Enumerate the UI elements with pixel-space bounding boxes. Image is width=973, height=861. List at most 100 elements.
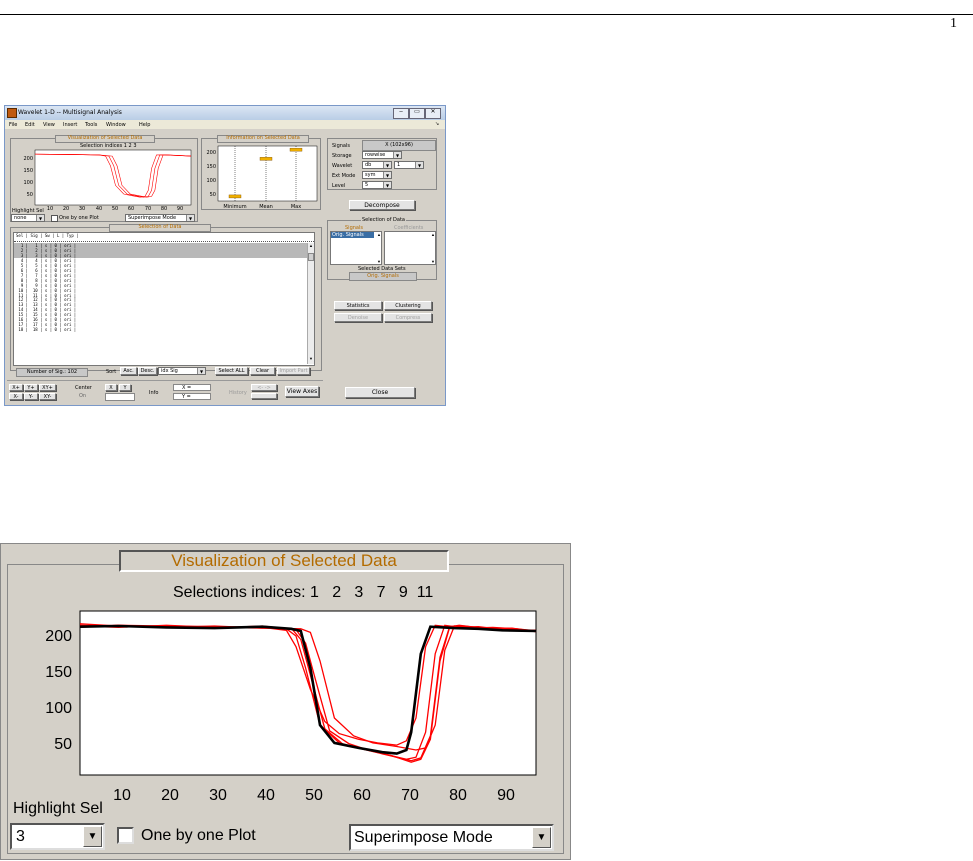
scroll-thumb[interactable] <box>308 253 314 261</box>
storage-label: Storage <box>332 153 352 159</box>
clustering-button[interactable]: Clustering <box>384 301 432 310</box>
menu-dock-arrow-icon[interactable]: ↘ <box>435 121 439 127</box>
table-header: Sel | Sig | Sw | L | Typ | <box>16 233 79 238</box>
zoom-panel: Visualization of Selected Data Selection… <box>0 543 571 860</box>
chevron-down-icon: ▼ <box>383 182 391 188</box>
table-scrollbar[interactable]: ▲ ▼ <box>307 243 314 364</box>
storage-combo[interactable]: rowwise ▼ <box>362 151 402 159</box>
info-marker-mean <box>259 157 273 161</box>
decompose-button[interactable]: Decompose <box>349 200 415 210</box>
info-ytick-100: 100 <box>206 178 216 184</box>
center-x-button[interactable]: X <box>105 384 117 391</box>
sort-asc-button[interactable]: Asc. <box>120 367 137 375</box>
chevron-down-icon: ▼ <box>383 172 391 178</box>
storage-value: rowwise <box>365 152 386 158</box>
zoom-xtick-90: 90 <box>497 787 515 804</box>
chevron-down-icon: ▼ <box>197 368 205 374</box>
zoom-axes <box>79 610 537 776</box>
extmode-combo[interactable]: sym ▼ <box>362 171 392 179</box>
extmode-value: sym <box>365 172 376 178</box>
zoom-xtick-80: 80 <box>449 787 467 804</box>
zoom-xyminus-button[interactable]: XY- <box>39 393 56 400</box>
zoom-xtick-40: 40 <box>257 787 275 804</box>
denoise-button[interactable]: Denoise <box>334 313 382 322</box>
wavelet-window: Wavelet 1-D -- Multisignal Analysis – ▭ … <box>4 105 446 406</box>
chevron-down-icon: ▼ <box>415 162 423 168</box>
signals-listbox[interactable]: Orig. Signals ▲ ▼ <box>330 231 382 265</box>
zoom-xtick-20: 20 <box>161 787 179 804</box>
center-value: On <box>79 393 87 399</box>
scroll-down-icon[interactable]: ▼ <box>431 259 435 264</box>
sort-label: Sort <box>106 369 117 375</box>
chevron-down-icon[interactable]: ▼ <box>532 827 551 848</box>
data-table: Sel | Sig | Sw | L | Typ | 1 | 1 | s | 0… <box>13 232 315 366</box>
close-window-button[interactable]: ✕ <box>425 108 441 119</box>
select-all-button[interactable]: Select ALL <box>215 367 248 375</box>
zoom-yminus-button[interactable]: Y- <box>24 393 38 400</box>
history-label: History <box>229 390 247 396</box>
info-x-field: X = <box>173 384 211 391</box>
zoom-yplus-button[interactable]: Y+ <box>24 384 38 391</box>
selected-sets-value: Orig. Signals <box>349 272 417 281</box>
coefficients-listbox[interactable]: ▲ ▼ <box>384 231 436 265</box>
info-ytick-200: 200 <box>206 150 216 156</box>
scroll-down-icon[interactable]: ▼ <box>308 356 314 361</box>
clear-button[interactable]: Clear <box>250 367 275 375</box>
history-reset[interactable] <box>251 393 277 399</box>
right-selection-title: Selection of Data <box>361 217 406 223</box>
zoom-xplus-button[interactable]: X+ <box>9 384 23 391</box>
chevron-down-icon: ▼ <box>383 162 391 168</box>
wavelet-number-combo[interactable]: 1 ▼ <box>394 161 424 169</box>
info-marker-max <box>289 147 303 152</box>
compress-button[interactable]: Compress <box>384 313 432 322</box>
level-combo[interactable]: 5 ▼ <box>362 181 392 189</box>
zoom-one-by-one-checkbox[interactable] <box>117 827 134 844</box>
level-label: Level <box>332 183 346 189</box>
number-of-sig: Number of Sig.: 102 <box>16 368 88 377</box>
zoom-highlight-value: 3 <box>16 828 25 845</box>
zoom-xtick-70: 70 <box>401 787 419 804</box>
scroll-up-icon[interactable]: ▲ <box>431 232 435 237</box>
zoom-xyplus-button[interactable]: XY+ <box>39 384 56 391</box>
center-label: Center <box>75 385 92 391</box>
table-row[interactable]: 18 | 18 | s | 0 | ori | <box>16 327 76 333</box>
sort-by-value: idx Sig <box>161 368 178 374</box>
wavelet-family-combo[interactable]: db ▼ <box>362 161 392 169</box>
wavelet-number-value: 1 <box>397 162 401 168</box>
info-toolbar-label: Info <box>149 390 159 396</box>
zoom-chart: 200 150 100 50 10 20 30 40 50 60 70 80 9… <box>45 610 537 804</box>
minimize-button[interactable]: – <box>393 108 409 119</box>
zoom-ytick-50: 50 <box>54 736 72 753</box>
zoom-xminus-button[interactable]: X- <box>9 393 23 400</box>
info-xlabel-minimum: Minimum <box>223 204 246 210</box>
statistics-button[interactable]: Statistics <box>334 301 382 310</box>
one-by-one-checkbox[interactable] <box>51 215 58 222</box>
history-arrows[interactable]: <- -> <box>251 384 277 391</box>
zoom-xtick-30: 30 <box>209 787 227 804</box>
zoom-ytick-100: 100 <box>45 700 72 717</box>
sort-by-combo[interactable]: idx Sig ▼ <box>158 367 206 375</box>
import-part-button[interactable]: Import Part <box>277 367 310 375</box>
scroll-down-icon[interactable]: ▼ <box>377 259 381 264</box>
center-value-field <box>105 393 135 401</box>
info-marker-minimum <box>228 194 242 199</box>
sort-desc-button[interactable]: Desc. <box>138 367 157 375</box>
view-axes-button[interactable]: View Axes <box>285 386 319 397</box>
info-ytick-50: 50 <box>210 192 216 198</box>
zoom-highlight-combo[interactable]: 3 ▼ <box>10 823 105 850</box>
info-ytick-150: 150 <box>206 164 216 170</box>
zoom-mode-combo[interactable]: Superimpose Mode ▼ <box>349 824 554 851</box>
list-item[interactable]: Orig. Signals <box>331 232 374 238</box>
zoom-xtick-50: 50 <box>305 787 323 804</box>
zoom-one-by-one-label: One by one Plot <box>141 827 256 844</box>
level-value: 5 <box>365 182 369 188</box>
zoom-highlight-label: Highlight Sel <box>13 800 103 817</box>
maximize-button[interactable]: ▭ <box>409 108 425 119</box>
extmode-label: Ext Mode <box>332 173 356 179</box>
center-y-button[interactable]: Y <box>119 384 131 391</box>
close-button[interactable]: Close <box>345 387 415 398</box>
chevron-down-icon[interactable]: ▼ <box>83 826 102 847</box>
scroll-up-icon[interactable]: ▲ <box>377 232 381 237</box>
scroll-up-icon[interactable]: ▲ <box>308 243 314 248</box>
info-mini-chart: 200 150 100 50 Minimum Mean Max <box>206 145 318 210</box>
